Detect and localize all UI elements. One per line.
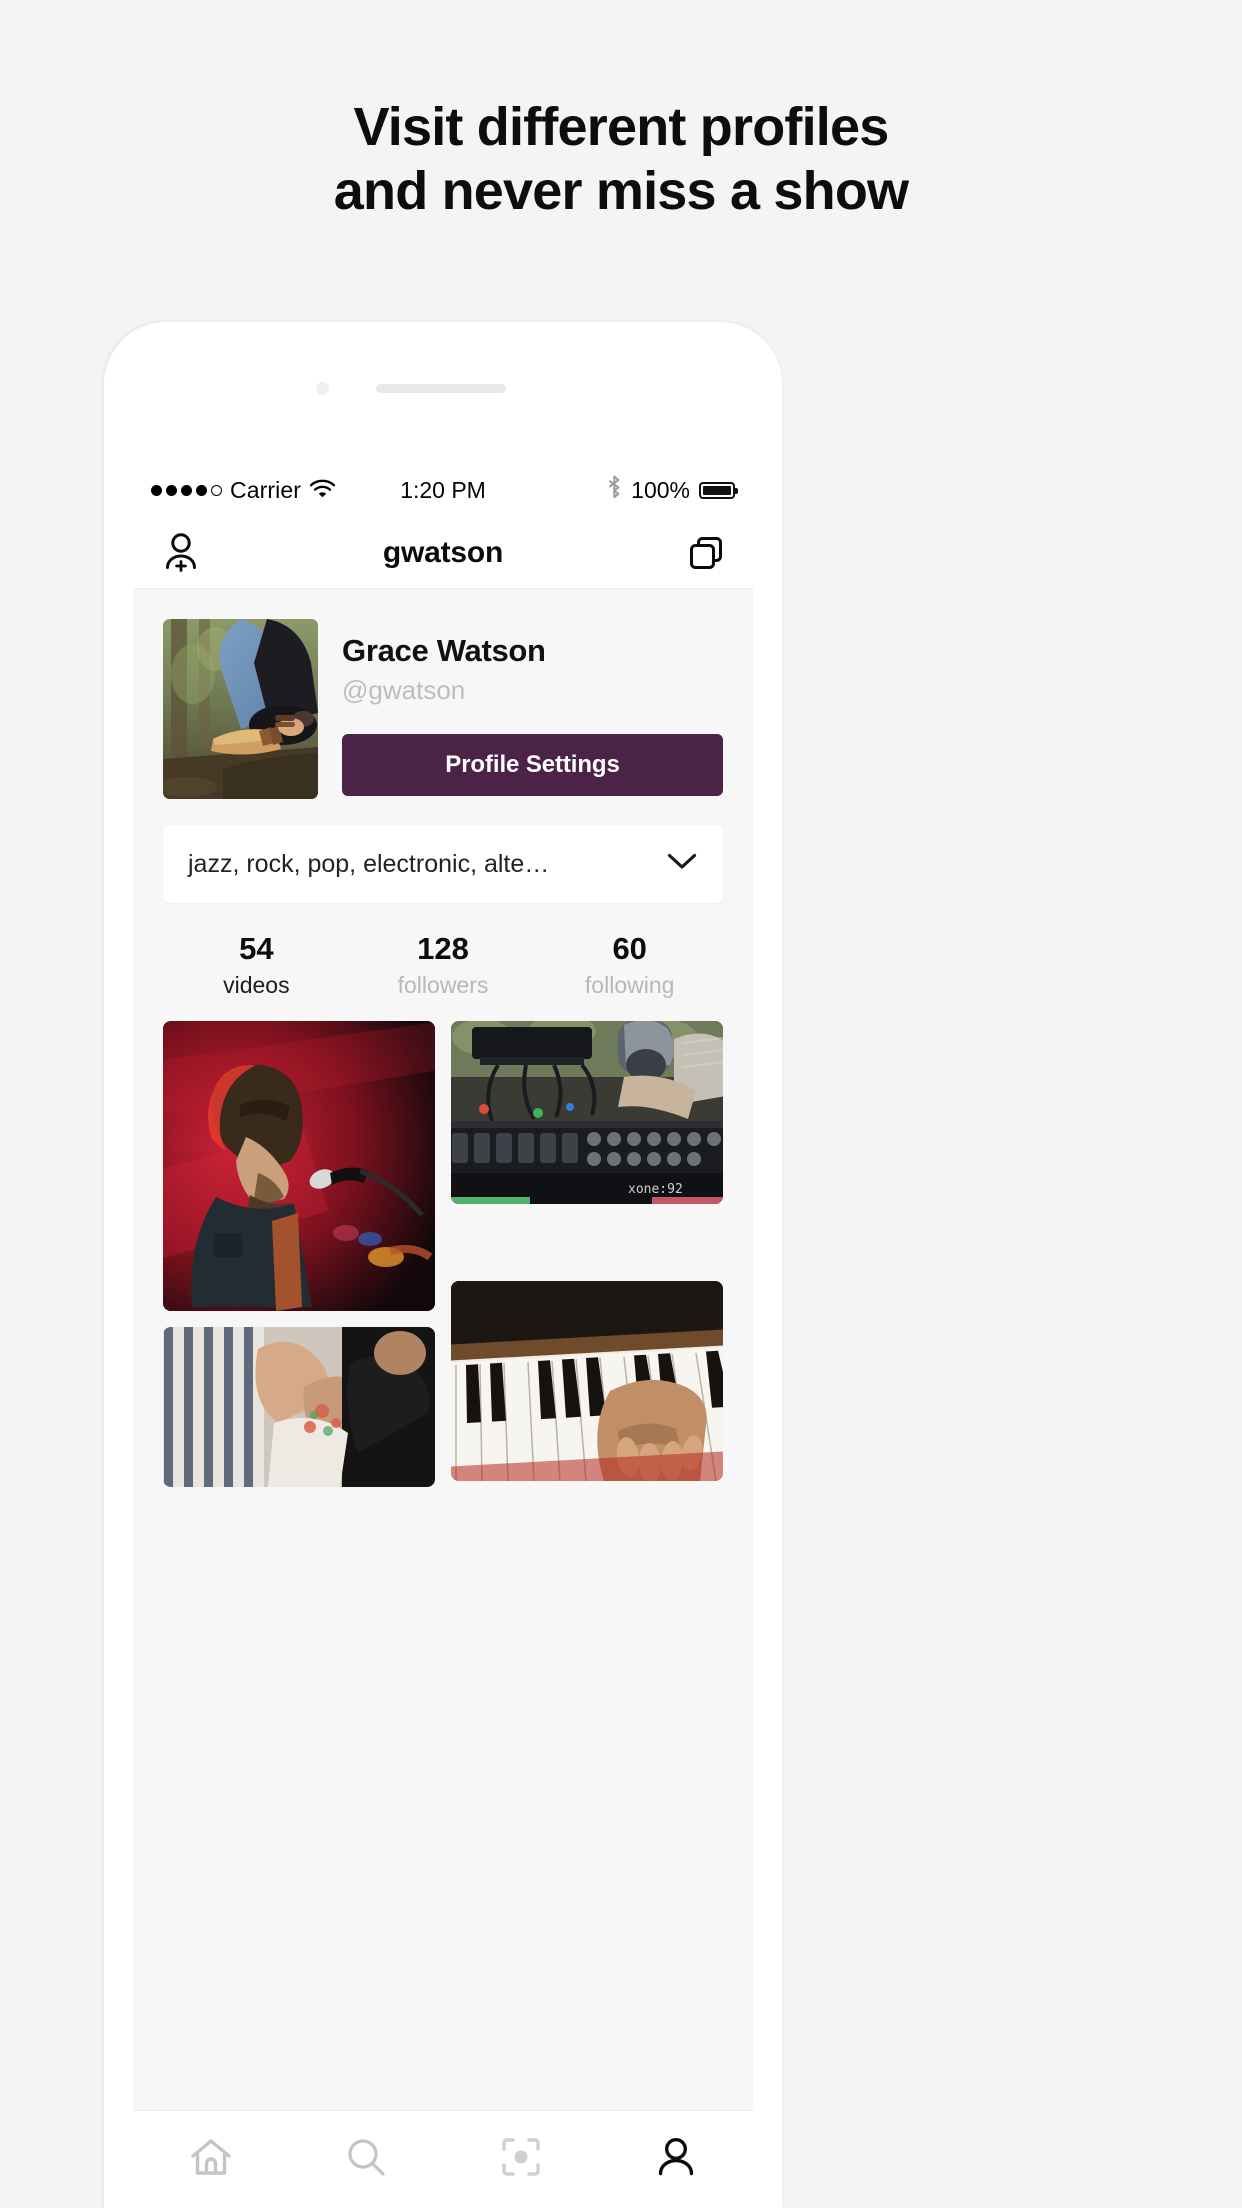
genre-select[interactable]: jazz, rock, pop, electronic, alte… <box>163 825 723 903</box>
profile-name: Grace Watson <box>342 633 546 668</box>
stat-label: followers <box>397 972 489 998</box>
home-icon <box>189 2136 233 2183</box>
headline-line-2: and never miss a show <box>333 160 909 221</box>
stat-videos[interactable]: 54 videos <box>163 931 350 999</box>
page-title: Visit different profiles and never miss … <box>0 96 1242 223</box>
carrier-label: Carrier <box>230 476 301 503</box>
phone-mockup: Carrier 1:20 PM 100% gwatson Grace Watso… <box>104 322 782 2208</box>
status-bar-left: Carrier <box>151 477 336 504</box>
camera-capture-icon <box>500 2136 542 2183</box>
media-tile-dj[interactable]: xone:92 <box>451 1021 723 1204</box>
profile-handle: @gwatson <box>342 675 466 705</box>
media-grid-column-left <box>163 1021 435 1487</box>
stat-value: 128 <box>417 931 469 966</box>
nav-title: gwatson <box>382 535 504 569</box>
stat-following[interactable]: 60 following <box>536 931 723 999</box>
media-grid-column-right: xone:92 <box>451 1021 723 1487</box>
profile-header: Grace Watson @gwatson Profile Settings <box>133 589 753 799</box>
avatar[interactable] <box>163 619 318 799</box>
stat-label: following <box>584 972 675 998</box>
grid-spacer <box>451 1220 723 1265</box>
tab-profile[interactable] <box>598 2136 753 2183</box>
media-tile-piano[interactable] <box>451 1281 723 1481</box>
status-bar-right: 100% <box>607 475 738 505</box>
bluetooth-icon <box>607 475 622 505</box>
battery-percent-label: 100% <box>631 476 690 503</box>
headline-line-1: Visit different profiles <box>353 97 890 157</box>
app-store-screenshot: Visit different profiles and never miss … <box>0 0 1242 2208</box>
earpiece-speaker <box>376 384 506 393</box>
svg-text:xone:92: xone:92 <box>628 1182 683 1197</box>
status-bar: Carrier 1:20 PM 100% <box>133 463 753 517</box>
profile-stats: 54 videos 128 followers 60 following <box>163 931 723 999</box>
signal-strength-icon <box>151 484 222 496</box>
stat-value: 60 <box>612 931 647 966</box>
profile-info: Grace Watson @gwatson Profile Settings <box>342 619 723 799</box>
profile-settings-button[interactable]: Profile Settings <box>342 734 723 796</box>
tab-search[interactable] <box>288 2136 443 2183</box>
media-tile-singer[interactable] <box>163 1021 435 1311</box>
media-tile-crowd[interactable] <box>163 1327 435 1487</box>
stat-label: videos <box>223 972 290 998</box>
stat-value: 54 <box>239 931 274 966</box>
wifi-icon <box>309 477 336 504</box>
search-icon <box>345 2136 387 2183</box>
navigation-bar: gwatson <box>133 517 753 589</box>
media-grid: xone:92 <box>163 1021 723 1487</box>
copy-icon[interactable] <box>687 534 725 572</box>
genre-select-value: jazz, rock, pop, electronic, alte… <box>188 849 550 878</box>
stat-followers[interactable]: 128 followers <box>350 931 537 999</box>
bottom-tab-bar <box>133 2110 753 2208</box>
tab-home[interactable] <box>133 2136 288 2183</box>
phone-screen: Carrier 1:20 PM 100% gwatson Grace Watso… <box>133 463 753 2208</box>
add-person-icon[interactable] <box>161 532 201 574</box>
tab-capture[interactable] <box>443 2136 598 2183</box>
front-camera-dot <box>316 382 329 395</box>
battery-full-icon <box>699 481 738 499</box>
person-icon <box>655 2136 697 2183</box>
chevron-down-icon <box>667 853 697 876</box>
